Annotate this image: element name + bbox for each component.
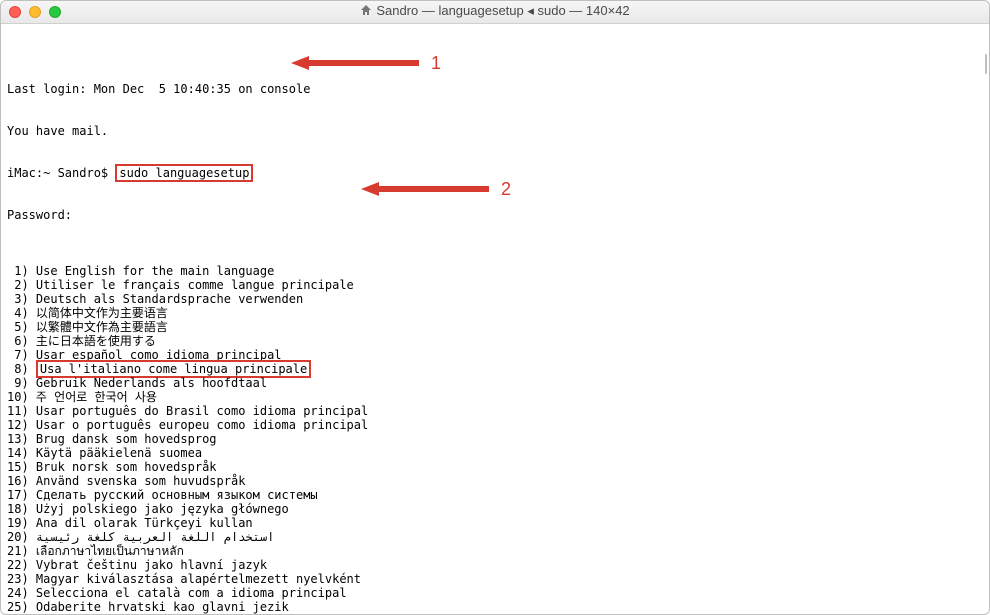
line-last-login: Last login: Mon Dec 5 10:40:35 on consol…	[7, 82, 983, 96]
language-option: 25) Odaberite hrvatski kao glavni jezik	[7, 600, 983, 614]
close-button[interactable]	[9, 6, 21, 18]
language-option: 23) Magyar kiválasztása alapértelmezett …	[7, 572, 983, 586]
annotation-arrow-1: 1	[291, 54, 441, 72]
annotation-label-1: 1	[431, 56, 441, 70]
annotation-label-2: 2	[501, 182, 511, 196]
language-option: 9) Gebruik Nederlands als hoofdtaal	[7, 376, 983, 390]
home-icon	[360, 4, 372, 19]
language-option: 10) 주 언어로 한국어 사용	[7, 390, 983, 404]
minimize-button[interactable]	[29, 6, 41, 18]
language-option: 12) Usar o português europeu como idioma…	[7, 418, 983, 432]
window-title-text: Sandro — languagesetup ◂ sudo — 140×42	[376, 3, 629, 18]
annotation-arrow-2: 2	[361, 180, 511, 198]
line-mail: You have mail.	[7, 124, 983, 138]
language-option: 2) Utiliser le français comme langue pri…	[7, 278, 983, 292]
highlight-command: sudo languagesetup	[115, 164, 253, 182]
language-option: 8) Usa l'italiano come lingua principale	[7, 362, 983, 376]
line-password: Password:	[7, 208, 983, 222]
language-option: 24) Selecciona el català com a idioma pr…	[7, 586, 983, 600]
language-option: 4) 以简体中文作为主要语言	[7, 306, 983, 320]
line-prompt: iMac:~ Sandro$ sudo languagesetup	[7, 166, 983, 180]
language-option: 14) Käytä pääkielenä suomea	[7, 446, 983, 460]
language-option: 1) Use English for the main language	[7, 264, 983, 278]
option-number: 8)	[7, 362, 36, 376]
language-option: 11) Usar português do Brasil como idioma…	[7, 404, 983, 418]
maximize-button[interactable]	[49, 6, 61, 18]
titlebar: Sandro — languagesetup ◂ sudo — 140×42	[1, 1, 989, 24]
language-option: 20) استخدام اللغة العربية كلغة رئيسية	[7, 530, 983, 544]
traffic-lights	[1, 6, 61, 18]
language-option: 13) Brug dansk som hovedsprog	[7, 432, 983, 446]
scrollbar[interactable]	[985, 54, 987, 74]
language-option: 5) 以繁體中文作為主要語言	[7, 320, 983, 334]
language-options: 1) Use English for the main language 2) …	[7, 264, 983, 614]
language-option: 15) Bruk norsk som hovedspråk	[7, 460, 983, 474]
language-option: 3) Deutsch als Standardsprache verwenden	[7, 292, 983, 306]
terminal-window: Sandro — languagesetup ◂ sudo — 140×42 L…	[0, 0, 990, 615]
terminal-body[interactable]: Last login: Mon Dec 5 10:40:35 on consol…	[1, 24, 989, 614]
language-option: 22) Vybrat češtinu jako hlavní jazyk	[7, 558, 983, 572]
language-option: 18) Użyj polskiego jako języka głównego	[7, 502, 983, 516]
window-title: Sandro — languagesetup ◂ sudo — 140×42	[1, 4, 989, 19]
language-option: 21) เลือกภาษาไทยเป็นภาษาหลัก	[7, 544, 983, 558]
language-option: 6) 主に日本語を使用する	[7, 334, 983, 348]
language-option: 17) Сделать русский основным языком сист…	[7, 488, 983, 502]
language-option: 16) Använd svenska som huvudspråk	[7, 474, 983, 488]
language-option: 19) Ana dil olarak Türkçeyi kullan	[7, 516, 983, 530]
prompt-host: iMac:~ Sandro$	[7, 166, 115, 180]
